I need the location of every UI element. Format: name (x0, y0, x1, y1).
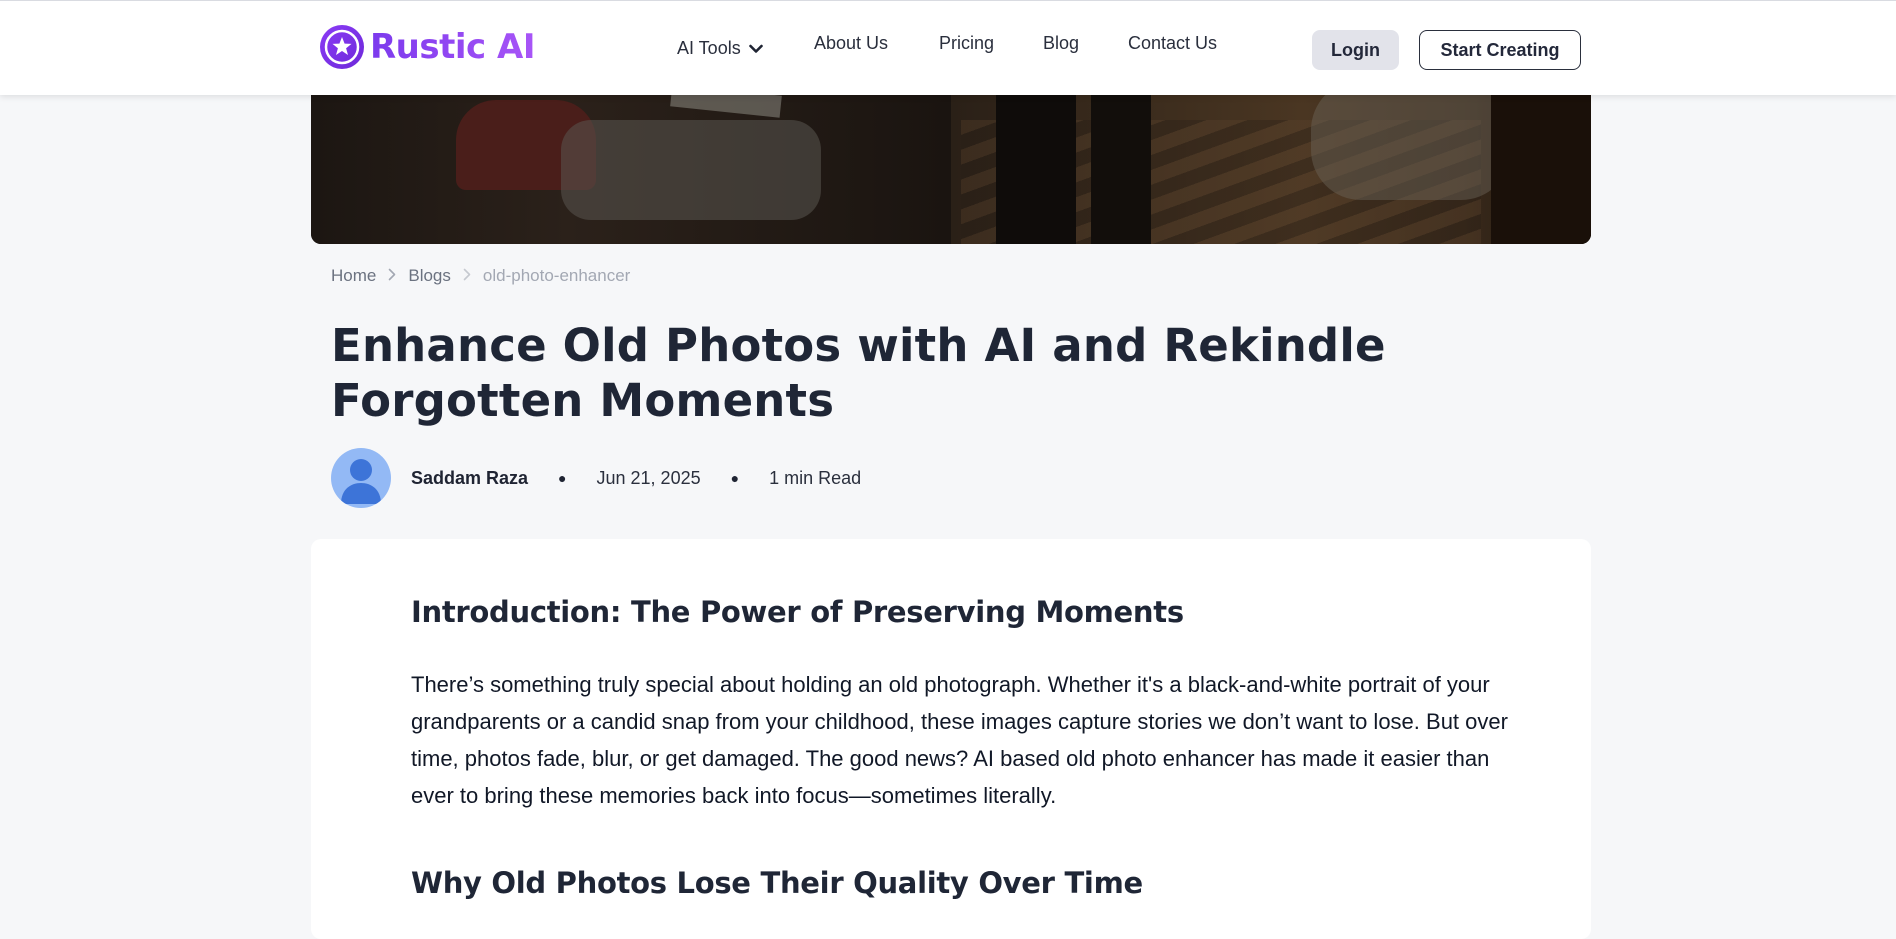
nav-about-us[interactable]: About Us (814, 33, 888, 54)
breadcrumb-blogs[interactable]: Blogs (408, 266, 451, 286)
chevron-right-icon (463, 266, 471, 286)
meta-separator: ● (558, 470, 567, 486)
meta-separator: ● (730, 470, 740, 486)
login-button[interactable]: Login (1312, 30, 1399, 70)
logo-icon (320, 25, 364, 69)
nav-contact-us-label: Contact Us (1128, 33, 1218, 53)
article-meta: Saddam Raza ● Jun 21, 2025 ● 1 min Read (331, 448, 861, 508)
breadcrumb: Home Blogs old-photo-enhancer (331, 266, 630, 286)
site-header: Rustic AI AI Tools About Us Pricing Blog… (0, 0, 1896, 95)
breadcrumb-home[interactable]: Home (331, 266, 376, 286)
nav-pricing-label: Pricing (939, 33, 995, 53)
nav-ai-tools[interactable]: AI Tools (677, 38, 763, 59)
chevron-down-icon (748, 38, 763, 59)
nav-blog-label: Blog (1043, 33, 1080, 53)
user-icon (341, 459, 381, 504)
breadcrumb-current: old-photo-enhancer (482, 266, 631, 285)
nav-ai-tools-label: AI Tools (677, 38, 741, 58)
section-paragraph: There’s something truly special about ho… (411, 672, 1508, 808)
read-time: 1 min Read (769, 467, 862, 488)
nav-pricing[interactable]: Pricing (939, 33, 994, 54)
section-heading: Introduction: The Power of Preserving Mo… (411, 595, 1184, 629)
logo[interactable]: Rustic AI (320, 25, 536, 69)
chevron-right-icon (388, 266, 396, 286)
nav-contact-us[interactable]: Contact Us (1128, 33, 1217, 54)
avatar (331, 448, 391, 508)
nav-blog[interactable]: Blog (1043, 33, 1079, 54)
publish-date: Jun 21, 2025 (596, 467, 701, 488)
section-heading: Why Old Photos Lose Their Quality Over T… (411, 866, 1143, 900)
author-name[interactable]: Saddam Raza (411, 468, 528, 489)
page-title: Enhance Old Photos with AI and Rekindle … (331, 319, 1386, 427)
nav-about-us-label: About Us (814, 33, 889, 53)
logo-text: Rustic AI (370, 27, 536, 67)
start-creating-button[interactable]: Start Creating (1419, 30, 1581, 70)
article-body: Introduction: The Power of Preserving Mo… (311, 539, 1591, 939)
